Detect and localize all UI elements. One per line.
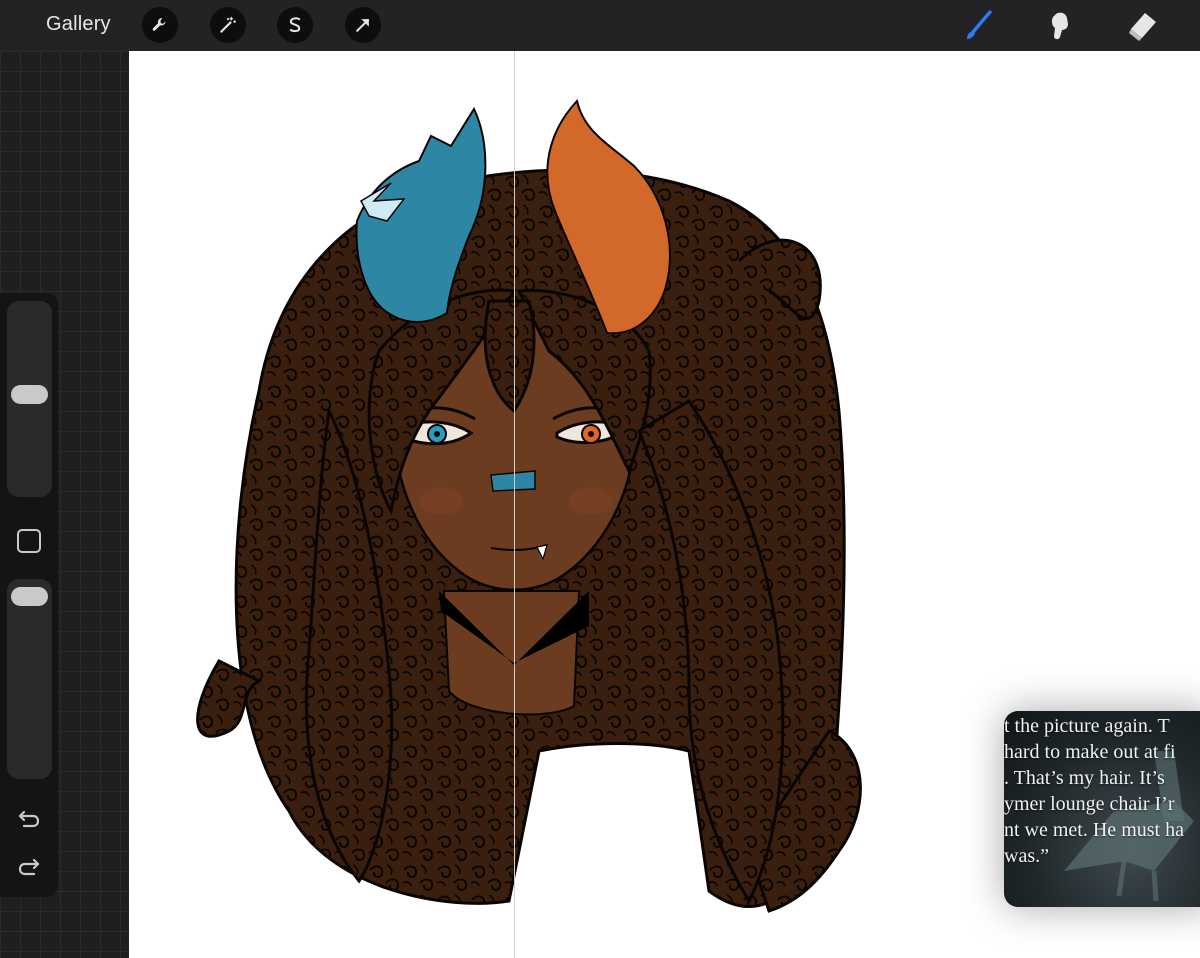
nose-mark (490, 470, 536, 492)
eraser-icon (1129, 13, 1156, 41)
selection-icon (289, 17, 301, 33)
redo-button[interactable] (14, 852, 44, 882)
transform-button[interactable] (345, 7, 381, 43)
opacity-slider[interactable] (7, 579, 52, 779)
symmetry-guide (514, 51, 515, 958)
brush-size-knob[interactable] (11, 385, 48, 404)
picture-in-picture-window[interactable]: t the picture again. T hard to make out … (1004, 711, 1200, 907)
undo-icon (18, 810, 40, 828)
actions-button[interactable] (142, 7, 178, 43)
brush-tool-button[interactable] (958, 6, 998, 46)
gallery-button[interactable]: Gallery (46, 13, 111, 36)
eraser-tool-button[interactable] (1122, 6, 1162, 46)
pip-text-line: t the picture again. T (1004, 715, 1170, 737)
top-toolbar: Gallery (0, 0, 1200, 51)
pip-text-line: was.” (1004, 845, 1049, 867)
wrench-icon (152, 17, 166, 31)
modify-button[interactable] (17, 529, 41, 553)
sidebar-panel (0, 293, 58, 897)
brush-size-slider[interactable] (7, 301, 52, 497)
pip-text-line: hard to make out at fi (1004, 741, 1176, 763)
transform-arrow-icon (356, 19, 369, 32)
selection-button[interactable] (277, 7, 313, 43)
pip-text-line: . That’s my hair. It’s (1004, 767, 1165, 789)
opacity-knob[interactable] (11, 587, 48, 606)
redo-icon (18, 858, 40, 876)
smudge-icon (1051, 12, 1068, 40)
pip-text-line: nt we met. He must ha (1004, 819, 1184, 841)
neck (442, 590, 581, 716)
pip-caption: t the picture again. T hard to make out … (1004, 713, 1200, 869)
magic-wand-icon (220, 16, 237, 33)
brush-icon (967, 10, 992, 39)
smudge-tool-button[interactable] (1040, 6, 1080, 46)
adjustments-button[interactable] (210, 7, 246, 43)
pip-text-line: ymer lounge chair I’r (1004, 793, 1175, 815)
undo-button[interactable] (14, 804, 44, 834)
